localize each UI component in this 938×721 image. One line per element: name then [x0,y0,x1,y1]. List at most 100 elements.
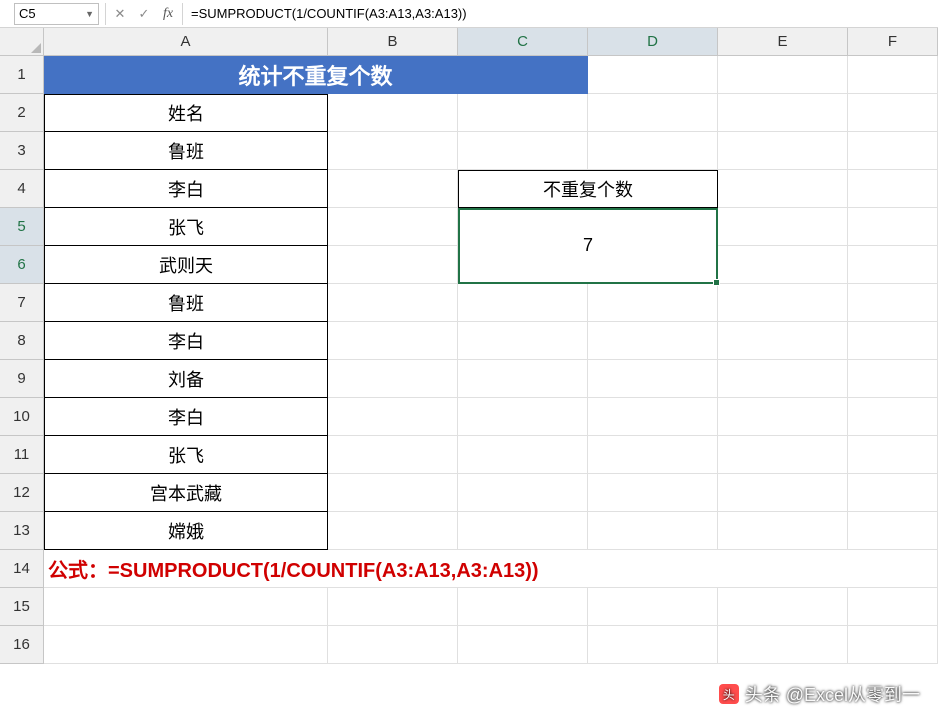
cell-E11[interactable] [718,436,848,474]
cell-B11[interactable] [328,436,458,474]
cell-F13[interactable] [848,512,938,550]
row-header-6[interactable]: 6 [0,246,44,284]
row-header-3[interactable]: 3 [0,132,44,170]
row-header-14[interactable]: 14 [0,550,44,588]
row-header-13[interactable]: 13 [0,512,44,550]
cell-A15[interactable] [44,588,328,626]
cell-B3[interactable] [328,132,458,170]
name-box[interactable]: C5 ▼ [14,3,99,25]
cell-A3[interactable]: 鲁班 [44,132,328,170]
cell-E3[interactable] [718,132,848,170]
row-header-15[interactable]: 15 [0,588,44,626]
cell-E8[interactable] [718,322,848,360]
column-header-C[interactable]: C [458,28,588,56]
cell-F2[interactable] [848,94,938,132]
row-header-8[interactable]: 8 [0,322,44,360]
cell-A13[interactable]: 嫦娥 [44,512,328,550]
cell-E4[interactable] [718,170,848,208]
cell-C16[interactable] [458,626,588,664]
cell-D3[interactable] [588,132,718,170]
cell-A5[interactable]: 张飞 [44,208,328,246]
cell-E5[interactable] [718,208,848,246]
cell-D13[interactable] [588,512,718,550]
cell-A12[interactable]: 宫本武藏 [44,474,328,512]
cell-E13[interactable] [718,512,848,550]
cell-D16[interactable] [588,626,718,664]
row-header-16[interactable]: 16 [0,626,44,664]
formula-note[interactable]: 公式：=SUMPRODUCT(1/COUNTIF(A3:A13,A3:A13)) [44,550,938,588]
cell-B6[interactable] [328,246,458,284]
cell-B9[interactable] [328,360,458,398]
column-header-B[interactable]: B [328,28,458,56]
cell-B2[interactable] [328,94,458,132]
formula-input[interactable]: =SUMPRODUCT(1/COUNTIF(A3:A13,A3:A13)) [185,3,938,25]
cell-B7[interactable] [328,284,458,322]
cell-E7[interactable] [718,284,848,322]
cell-F9[interactable] [848,360,938,398]
row-header-11[interactable]: 11 [0,436,44,474]
cell-C9[interactable] [458,360,588,398]
cell-E16[interactable] [718,626,848,664]
cell-E15[interactable] [718,588,848,626]
cell-D1[interactable] [588,56,718,94]
cell-D15[interactable] [588,588,718,626]
cell-D2[interactable] [588,94,718,132]
cell-B5[interactable] [328,208,458,246]
cell-D8[interactable] [588,322,718,360]
cell-F1[interactable] [848,56,938,94]
cell-B12[interactable] [328,474,458,512]
cell-B10[interactable] [328,398,458,436]
column-header-D[interactable]: D [588,28,718,56]
cell-A10[interactable]: 李白 [44,398,328,436]
fx-icon[interactable]: fx [156,3,180,25]
cell-F8[interactable] [848,322,938,360]
cell-D9[interactable] [588,360,718,398]
title-header[interactable]: 统计不重复个数 [44,56,588,94]
cell-A8[interactable]: 李白 [44,322,328,360]
cell-D10[interactable] [588,398,718,436]
name-box-dropdown-icon[interactable]: ▼ [85,9,94,19]
cell-D7[interactable] [588,284,718,322]
cell-E9[interactable] [718,360,848,398]
cell-F6[interactable] [848,246,938,284]
cell-C13[interactable] [458,512,588,550]
cell-E12[interactable] [718,474,848,512]
column-header-A[interactable]: A [44,28,328,56]
cell-A16[interactable] [44,626,328,664]
cell-E10[interactable] [718,398,848,436]
cell-B15[interactable] [328,588,458,626]
row-header-12[interactable]: 12 [0,474,44,512]
row-header-4[interactable]: 4 [0,170,44,208]
cell-A6[interactable]: 武则天 [44,246,328,284]
row-header-7[interactable]: 7 [0,284,44,322]
cell-B4[interactable] [328,170,458,208]
select-all[interactable] [0,28,44,56]
cell-E6[interactable] [718,246,848,284]
row-header-9[interactable]: 9 [0,360,44,398]
cell-A4[interactable]: 李白 [44,170,328,208]
cell-A11[interactable]: 张飞 [44,436,328,474]
row-header-10[interactable]: 10 [0,398,44,436]
cell-F10[interactable] [848,398,938,436]
cell-D11[interactable] [588,436,718,474]
cell-B16[interactable] [328,626,458,664]
row-header-5[interactable]: 5 [0,208,44,246]
cell-B13[interactable] [328,512,458,550]
cell-B8[interactable] [328,322,458,360]
cell-F7[interactable] [848,284,938,322]
cell-C11[interactable] [458,436,588,474]
cell-A7[interactable]: 鲁班 [44,284,328,322]
unique-count-label[interactable]: 不重复个数 [458,170,718,208]
spreadsheet-grid[interactable]: ABCDEF1统计不重复个数2姓名3鲁班4李白不重复个数5张飞76武则天7鲁班8… [0,28,938,664]
cell-F3[interactable] [848,132,938,170]
cell-C3[interactable] [458,132,588,170]
cell-E2[interactable] [718,94,848,132]
cell-D12[interactable] [588,474,718,512]
cell-F11[interactable] [848,436,938,474]
cell-E1[interactable] [718,56,848,94]
column-header-F[interactable]: F [848,28,938,56]
cancel-icon[interactable]: ✕ [108,3,132,25]
column-header-E[interactable]: E [718,28,848,56]
cell-C10[interactable] [458,398,588,436]
cell-C7[interactable] [458,284,588,322]
